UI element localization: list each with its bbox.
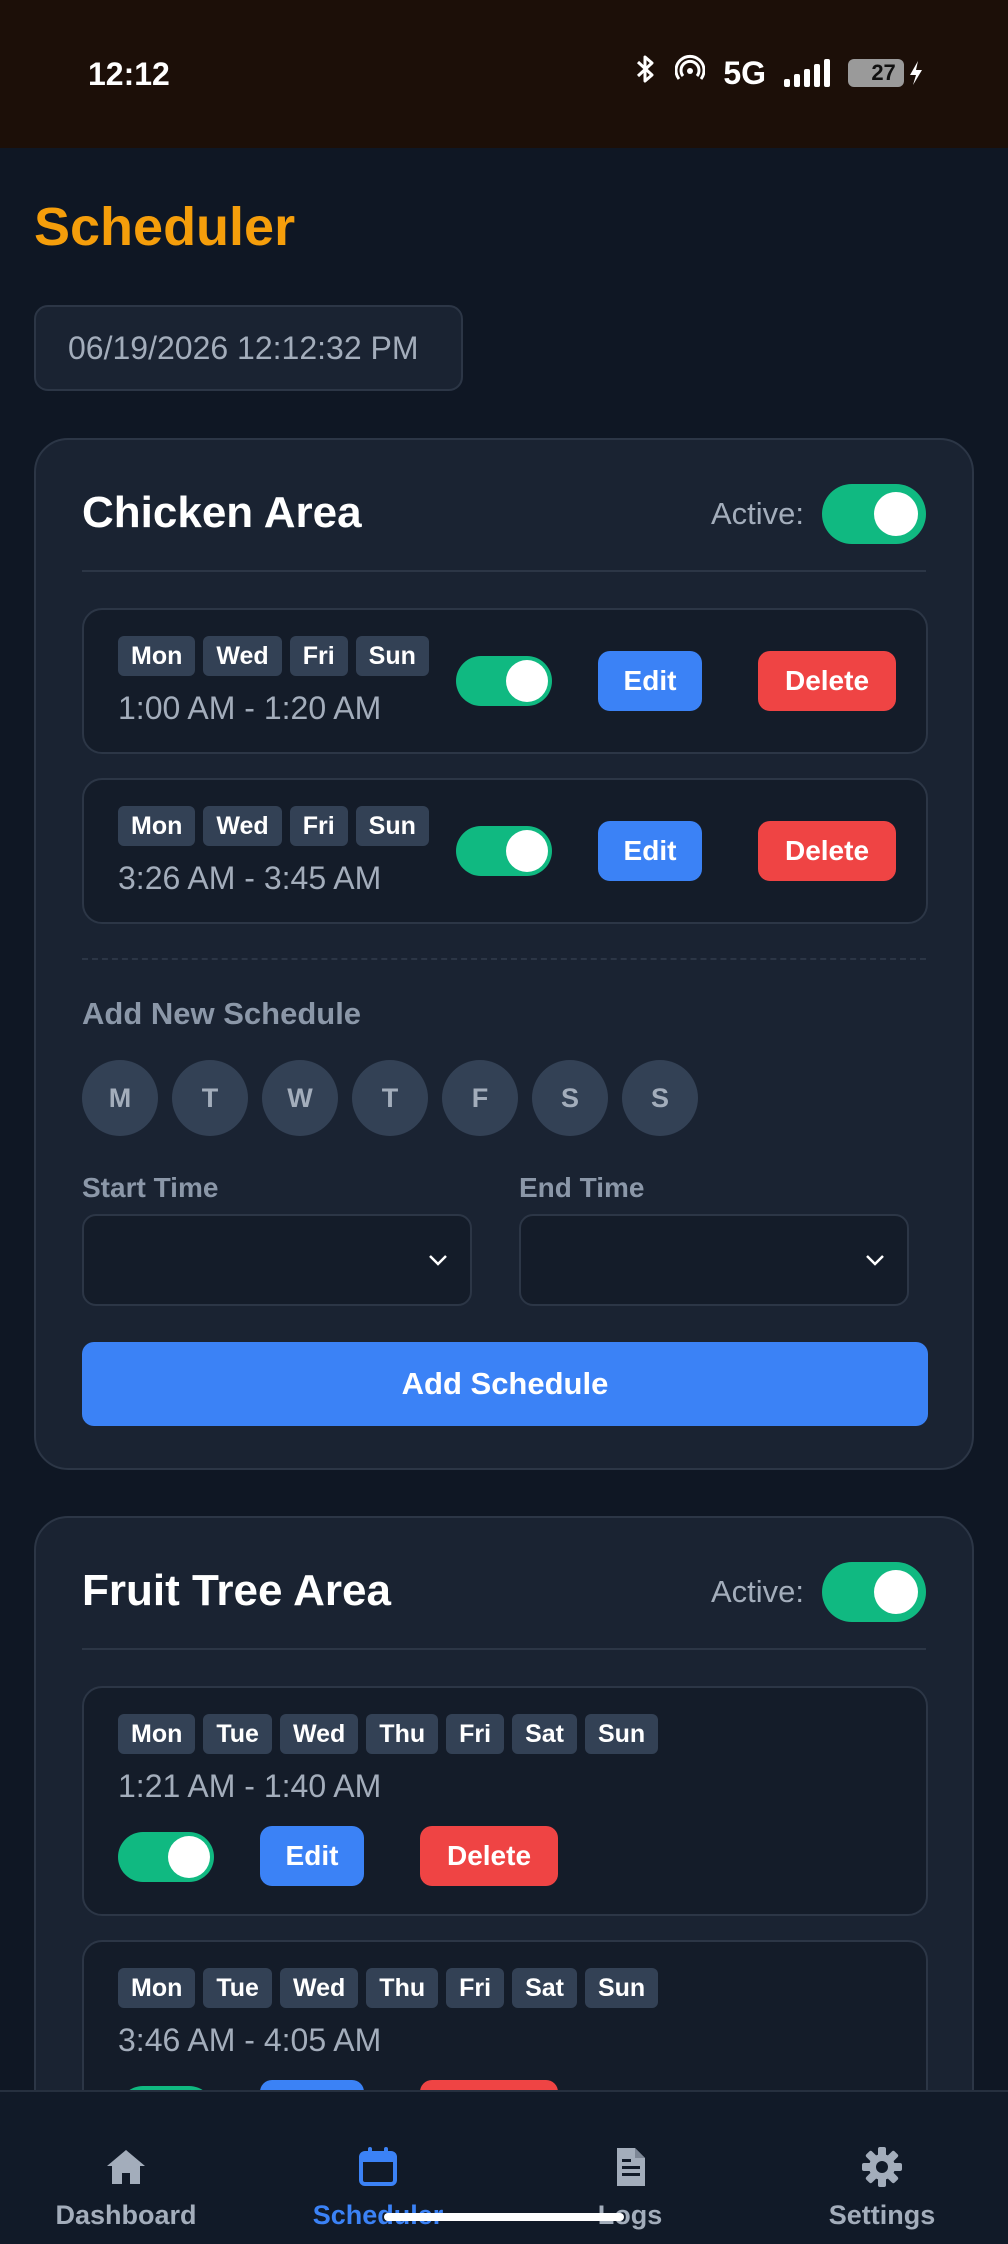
day-pill: Sun [355,636,429,676]
day-pill: Wed [203,636,282,676]
schedule-days: Mon Wed Fri Sun [118,806,429,846]
battery-icon: 27 [848,59,924,87]
day-pill: Fri [289,806,348,846]
home-icon [107,2150,145,2184]
area-active-toggle[interactable] [822,484,926,544]
day-pill: Tue [203,1968,272,2008]
nav-logs[interactable]: Logs [504,2092,756,2244]
day-pill: Fri [289,636,348,676]
nav-scheduler[interactable]: Scheduler [252,2092,504,2244]
day-pill: Thu [366,1714,439,1754]
calendar-icon [359,2147,397,2186]
schedule-days: Mon Tue Wed Thu Fri Sat Sun [118,1968,659,2008]
active-label: Active: [710,496,804,531]
area-active-control: Active: [711,1562,926,1622]
edit-button[interactable]: Edit [260,1826,364,1886]
chevron-down-icon [429,1255,447,1266]
area-header: Chicken Area Active: [82,440,926,572]
schedule-days: Mon Tue Wed Thu Fri Sat Sun [118,1714,659,1754]
section-divider [82,958,926,960]
day-pill: Thu [366,1968,439,2008]
schedule-days: Mon Wed Fri Sun [118,636,429,676]
document-icon [617,2148,645,2186]
area-title: Chicken Area [82,488,362,537]
day-pill: Mon [118,1714,196,1754]
status-bar: 12:12 5G 27 [0,0,1008,148]
toggle-knob [874,492,918,536]
schedule-item: Mon Tue Wed Thu Fri Sat Sun 1:21 AM - 1:… [82,1686,928,1916]
day-pill: Mon [118,1968,196,2008]
day-pill: Mon [118,806,196,846]
signal-icon [784,59,830,87]
nav-label: Settings [828,2200,936,2230]
day-toggle-tue[interactable]: T [172,1060,248,1136]
schedule-item: Mon Wed Fri Sun 3:26 AM - 3:45 AM Edit D… [82,778,928,924]
schedule-enabled-toggle[interactable] [118,1832,214,1882]
nav-label: Dashboard [55,2200,197,2230]
area-card-chicken: Chicken Area Active: Mon Wed Fri Sun 1:0… [34,438,974,1470]
day-pill: Wed [279,1714,359,1754]
add-schedule-heading: Add New Schedule [82,996,362,1031]
area-active-toggle[interactable] [822,1562,926,1622]
battery-level: 27 [871,60,896,85]
active-label: Active: [710,1574,804,1609]
end-time-select[interactable] [519,1214,909,1306]
day-toggle-fri[interactable]: F [442,1060,518,1136]
day-pill: Fri [446,1968,505,2008]
day-pill: Wed [203,806,282,846]
nav-dashboard[interactable]: Dashboard [0,2092,252,2244]
toggle-knob [506,830,548,872]
page-title: Scheduler [34,197,296,257]
day-pill: Sat [512,1968,577,2008]
toggle-knob [874,1570,918,1614]
add-schedule-button[interactable]: Add Schedule [82,1342,928,1426]
day-pill: Wed [279,1968,359,2008]
area-active-control: Active: [711,484,926,544]
schedule-item: Mon Wed Fri Sun 1:00 AM - 1:20 AM Edit D… [82,608,928,754]
day-toggle-sun[interactable]: S [622,1060,698,1136]
schedule-time-range: 3:46 AM - 4:05 AM [118,2022,382,2058]
delete-button[interactable]: Delete [420,1826,558,1886]
bluetooth-icon [635,54,657,92]
day-selector: M T W T F S S [82,1060,698,1136]
schedule-time-range: 1:00 AM - 1:20 AM [118,690,382,726]
end-time-label: End Time [519,1172,645,1203]
toggle-knob [506,660,548,702]
day-pill: Sat [512,1714,577,1754]
day-pill: Sun [584,1968,659,2008]
hotspot-icon [674,54,706,92]
start-time-select[interactable] [82,1214,472,1306]
day-toggle-mon[interactable]: M [82,1060,158,1136]
day-pill: Sun [355,806,429,846]
schedule-time-range: 3:26 AM - 3:45 AM [118,860,382,896]
schedule-enabled-toggle[interactable] [456,826,552,876]
edit-button[interactable]: Edit [598,651,702,711]
schedule-time-range: 1:21 AM - 1:40 AM [118,1768,382,1804]
home-indicator[interactable] [384,2213,624,2221]
gear-icon [862,2147,902,2187]
area-header: Fruit Tree Area Active: [82,1518,926,1650]
schedule-enabled-toggle[interactable] [456,656,552,706]
day-toggle-thu[interactable]: T [352,1060,428,1136]
network-type: 5G [723,54,766,91]
area-card-fruit-tree: Fruit Tree Area Active: Mon Tue Wed Thu … [34,1516,974,2170]
status-time: 12:12 [88,56,170,92]
day-toggle-sat[interactable]: S [532,1060,608,1136]
toggle-knob [168,1836,210,1878]
day-pill: Tue [203,1714,272,1754]
day-pill: Fri [446,1714,505,1754]
start-time-label: Start Time [82,1172,219,1203]
day-pill: Sun [584,1714,659,1754]
day-pill: Mon [118,636,196,676]
current-datetime: 06/19/2026 12:12:32 PM [34,305,463,391]
area-title: Fruit Tree Area [82,1566,391,1615]
chevron-down-icon [866,1255,884,1266]
status-icons: 5G 27 [635,54,924,92]
day-toggle-wed[interactable]: W [262,1060,338,1136]
delete-button[interactable]: Delete [758,651,896,711]
nav-settings[interactable]: Settings [756,2092,1008,2244]
edit-button[interactable]: Edit [598,821,702,881]
delete-button[interactable]: Delete [758,821,896,881]
